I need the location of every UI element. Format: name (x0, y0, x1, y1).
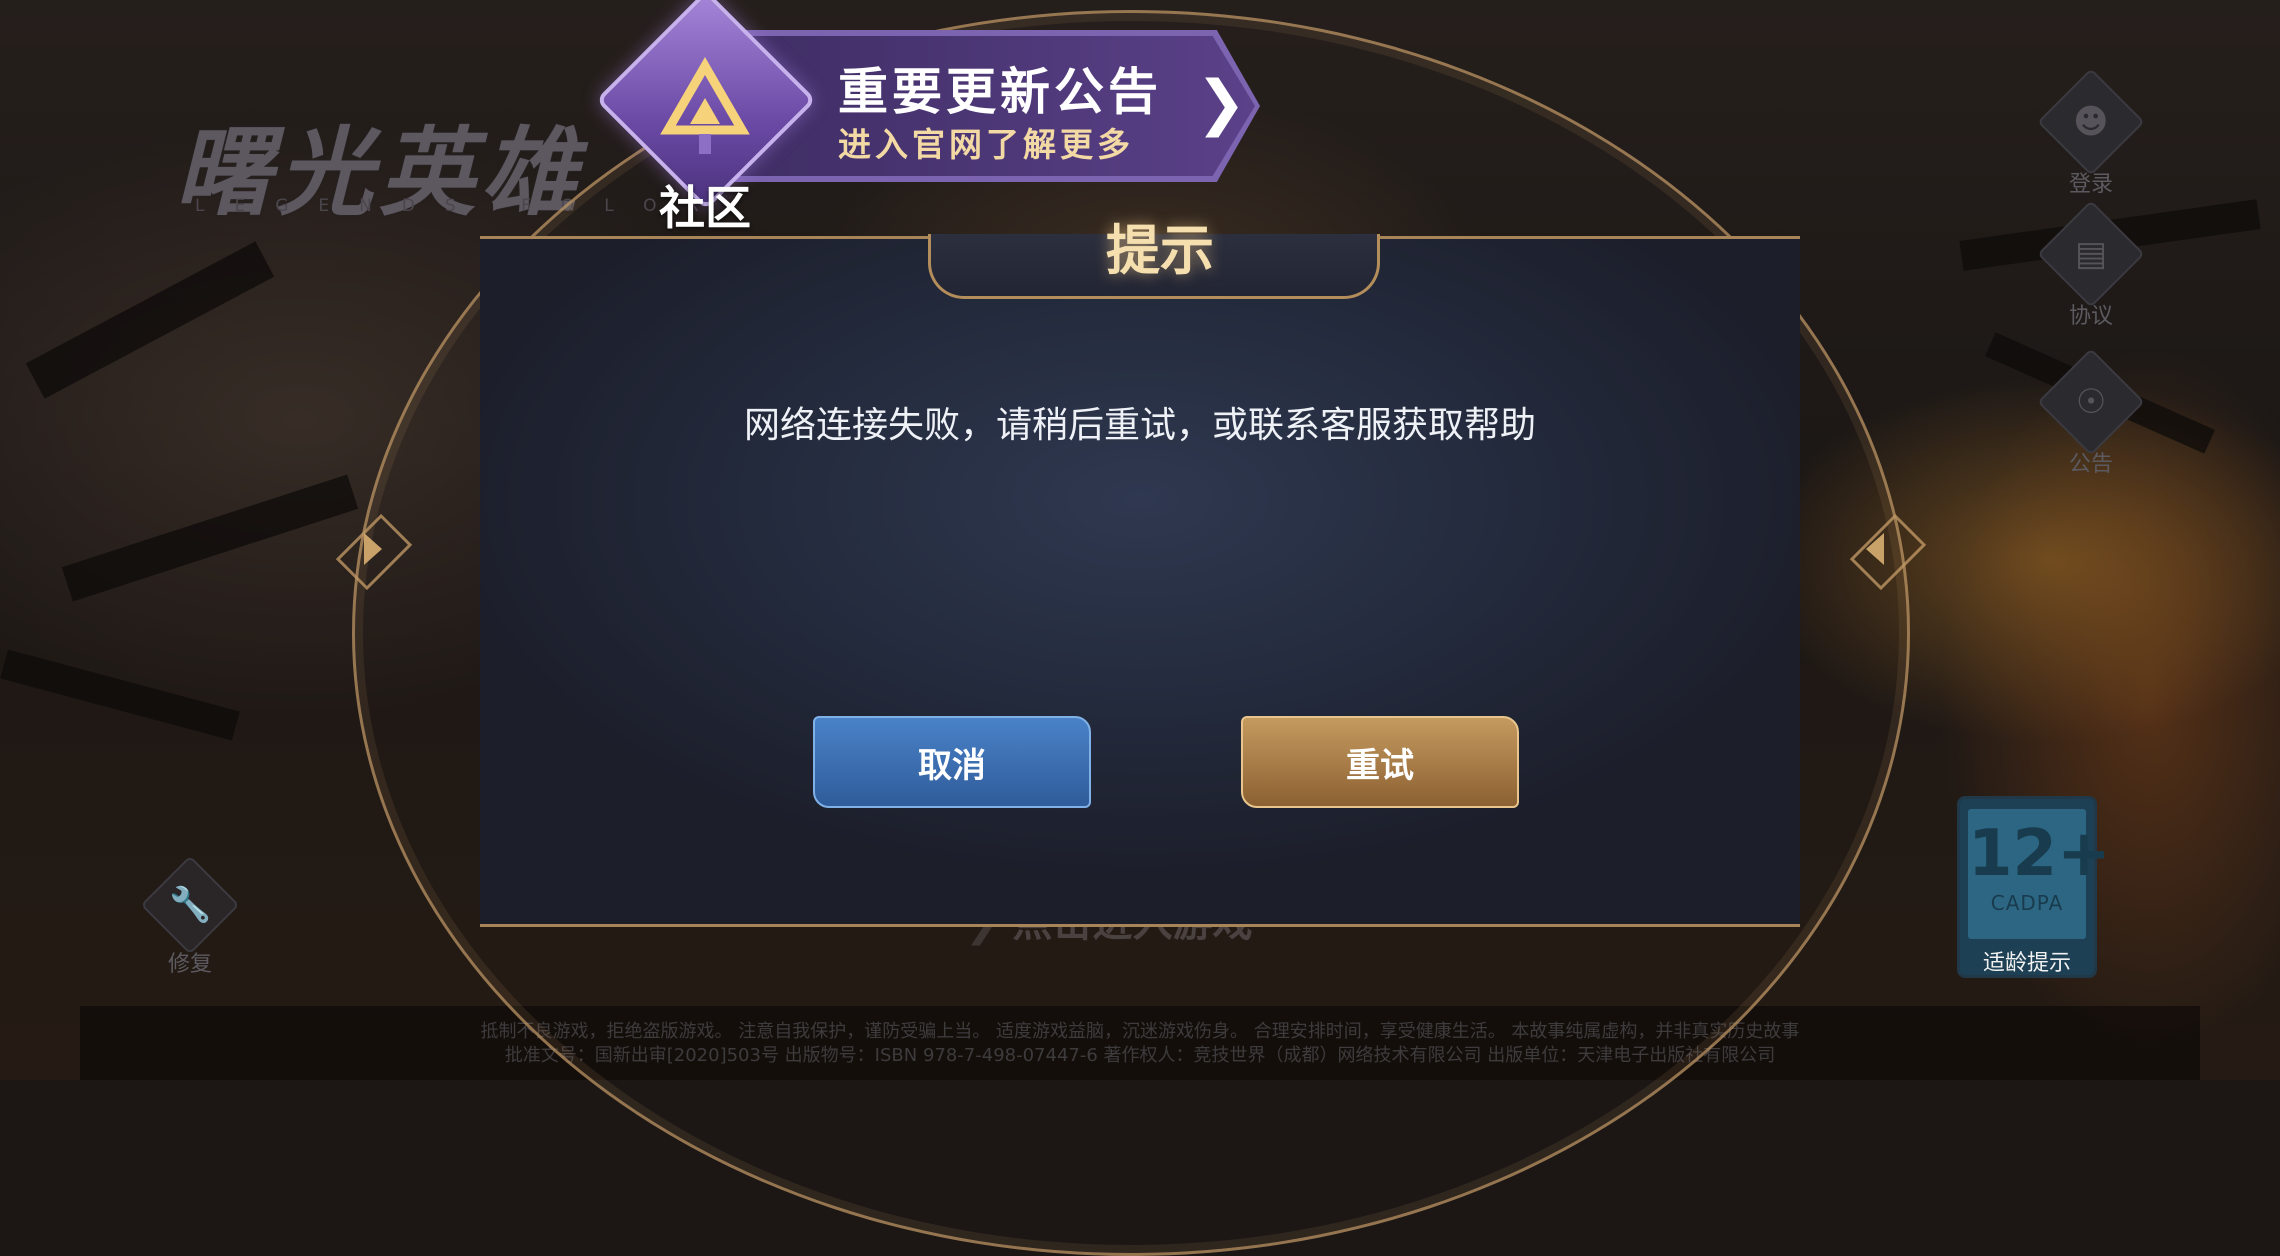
age-rating-badge[interactable]: 12+ CADPA 适龄提示 (1957, 796, 2111, 978)
community-triangle-icon (660, 57, 750, 154)
repair-button[interactable]: 🔧 修复 (130, 855, 250, 978)
age-rating-number: 12+ (1968, 817, 2111, 891)
login-button[interactable]: ☻ 登录 (2021, 68, 2161, 198)
chevron-right-icon[interactable]: ❯ (1196, 68, 1246, 138)
banner-subtitle: 进入官网了解更多 (838, 125, 1134, 164)
document-check-icon: ▤ (2074, 234, 2108, 274)
user-icon: ☻ (2073, 101, 2109, 142)
dialog-message: 网络连接失败，请稍后重试，或联系客服获取帮助 (743, 405, 1536, 446)
alert-dialog (480, 236, 1800, 927)
agreement-button[interactable]: ▤ 协议 (2021, 200, 2161, 330)
age-rating-label: 适龄提示 (1982, 951, 2071, 976)
wrench-icon: 🔧 (168, 885, 212, 925)
community-label: 社区 (659, 181, 751, 235)
banner-title: 重要更新公告 (838, 63, 1162, 121)
announcement-button[interactable]: ☉ 公告 (2021, 348, 2161, 478)
megaphone-icon: ☉ (2075, 381, 2107, 422)
cancel-button[interactable]: 取消 (813, 716, 1091, 808)
right-arrow-icon (1866, 533, 1884, 565)
dialog-title: 提示 (1106, 219, 1214, 282)
retry-button[interactable]: 重试 (1241, 716, 1519, 808)
left-arrow-icon (364, 533, 382, 565)
age-rating-org: CADPA (1990, 891, 2064, 915)
